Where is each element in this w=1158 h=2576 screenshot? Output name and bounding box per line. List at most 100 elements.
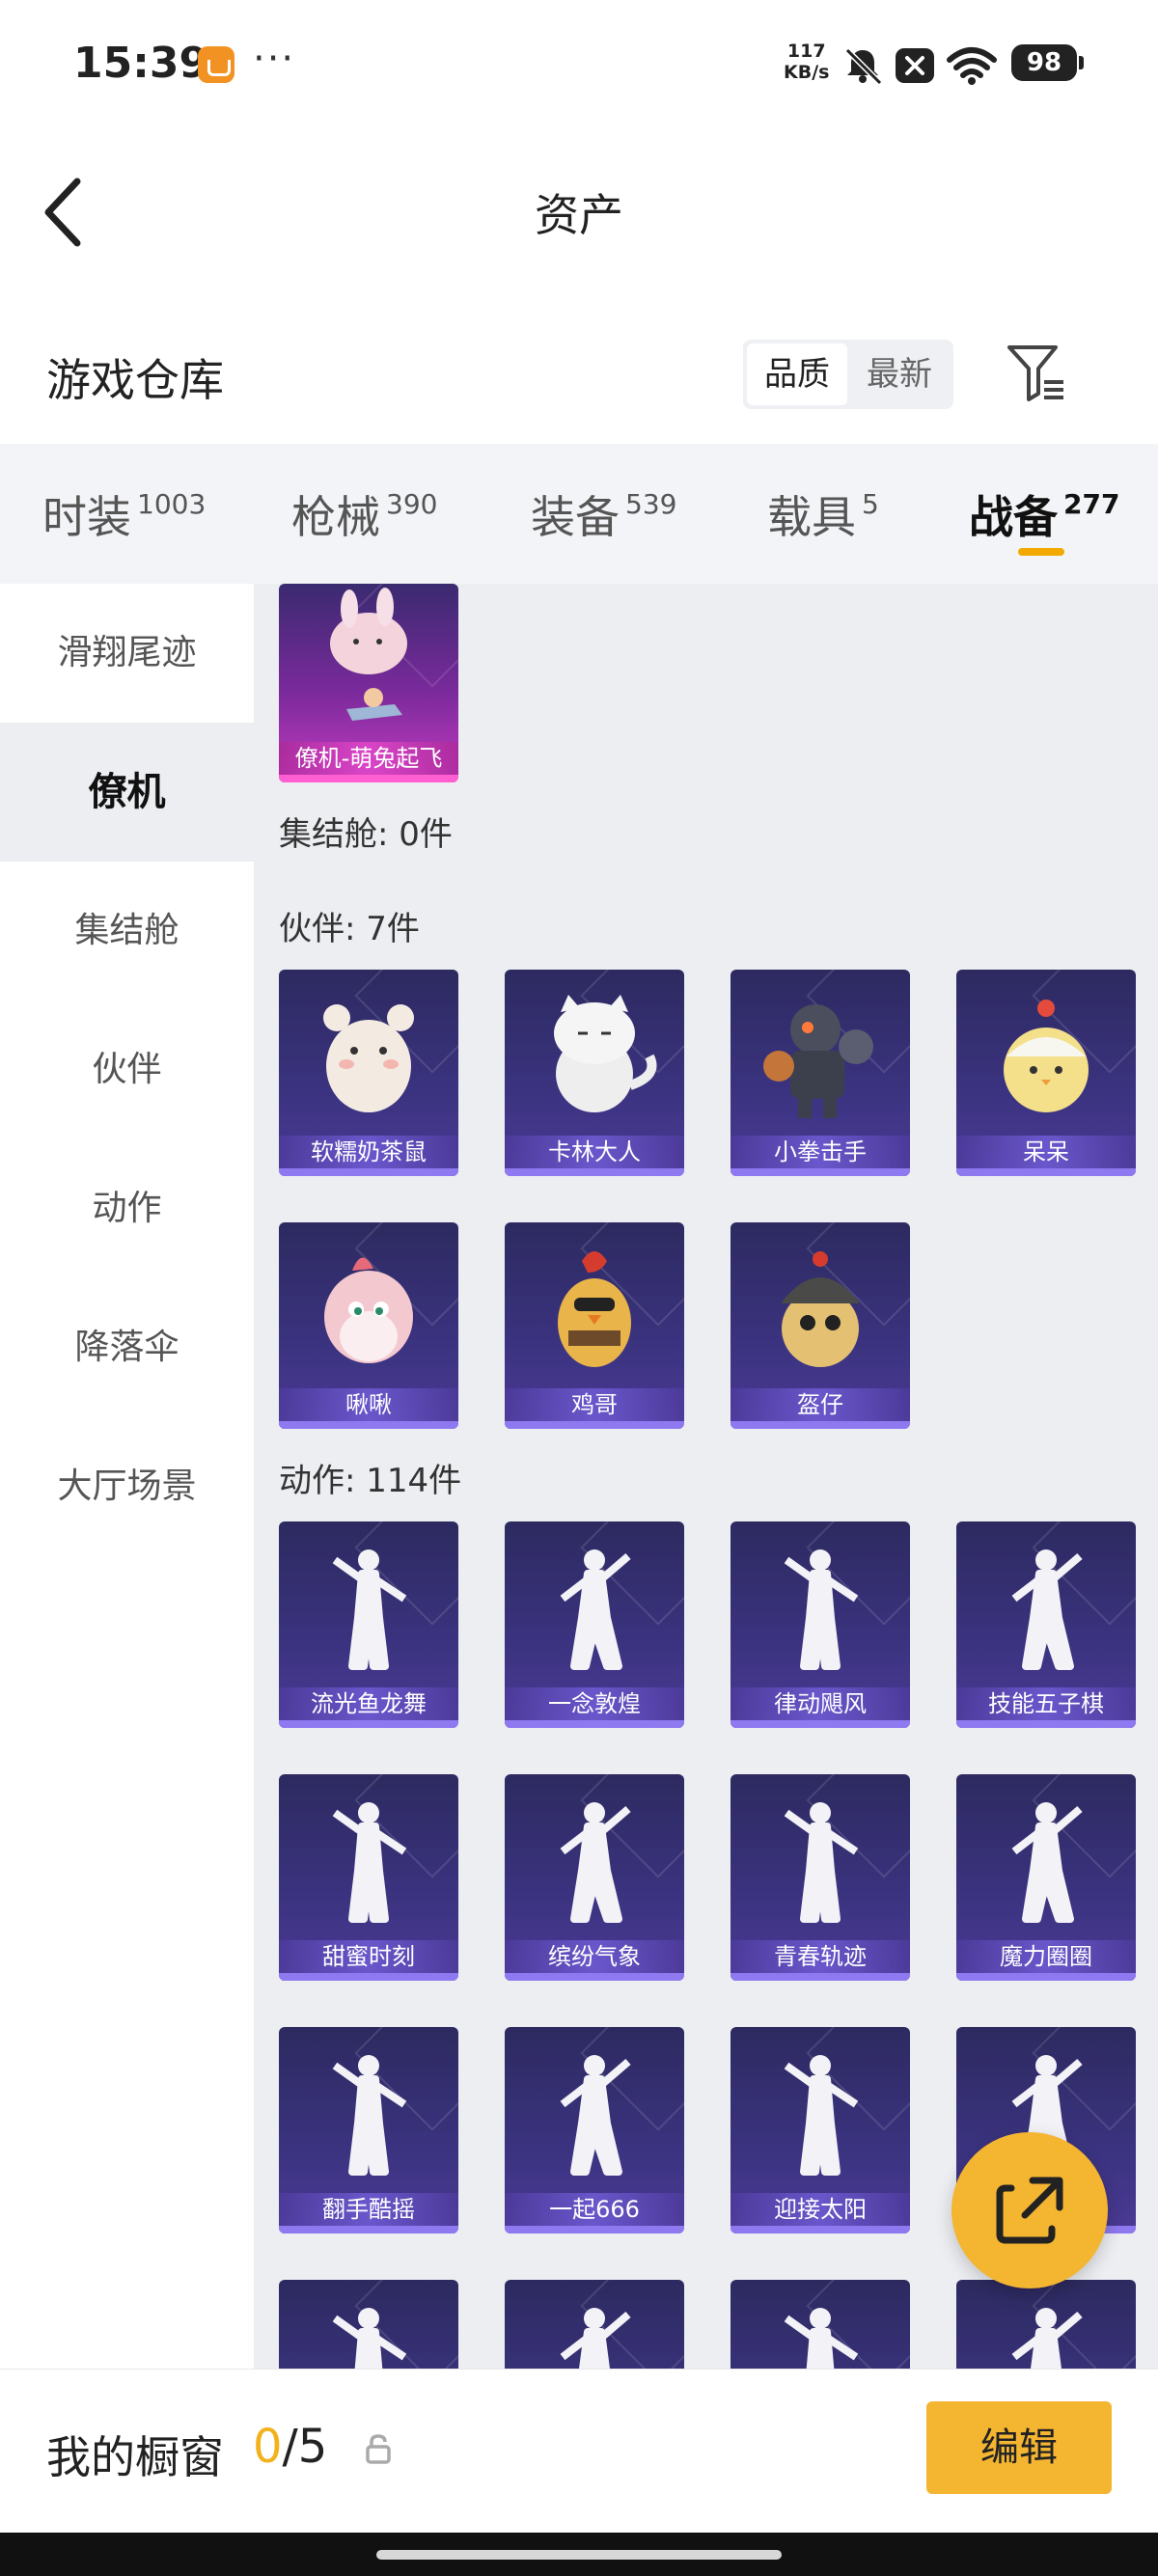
sidebar-item-parachute[interactable]: 降落伞 xyxy=(0,1278,254,1417)
item-name: 魔力圈圈 xyxy=(956,1940,1136,1973)
filter-icon[interactable] xyxy=(1004,342,1067,405)
item-name: 鸡哥 xyxy=(505,1388,684,1421)
rooster-image xyxy=(558,1251,631,1367)
nav-bar: 资产 xyxy=(0,130,1158,294)
item-name: 软糯奶茶鼠 xyxy=(279,1136,458,1168)
chick-image xyxy=(1004,1000,1089,1112)
item-name: 盔仔 xyxy=(731,1388,910,1421)
hamster-image xyxy=(323,1004,414,1112)
item-name: 缤纷气象 xyxy=(505,1940,684,1973)
sidebar-item-wingman[interactable]: 僚机 xyxy=(0,723,254,862)
item-card-partner[interactable]: 软糯奶茶鼠 xyxy=(279,970,458,1176)
tab-count: 277 xyxy=(1063,488,1120,520)
item-name: 僚机-萌兔起飞 xyxy=(279,742,458,775)
item-name: 啾啾 xyxy=(279,1388,458,1421)
rarity-bar xyxy=(279,1421,458,1429)
sidebar-item-assembly-pod[interactable]: 集结舱 xyxy=(0,862,254,1000)
item-card-partner[interactable]: 呆呆 xyxy=(956,970,1136,1176)
item-card-wingman[interactable]: 僚机-萌兔起飞 xyxy=(279,584,458,782)
sidebar-item-lobby-scene[interactable]: 大厅场景 xyxy=(0,1417,254,1556)
edit-button[interactable]: 编辑 xyxy=(926,2401,1112,2494)
tab-equipment[interactable]: 装备 539 xyxy=(531,482,676,546)
item-card-partner[interactable]: 盔仔 xyxy=(731,1222,910,1429)
tab-count: 390 xyxy=(386,488,438,520)
rarity-bar xyxy=(731,1168,910,1176)
sidebar-item-glide-trail[interactable]: 滑翔尾迹 xyxy=(0,584,254,723)
network-speed-value: 117 xyxy=(786,41,826,62)
page-title: 资产 xyxy=(535,189,623,241)
dancer-silhouette-image xyxy=(560,1549,631,1670)
item-card-action[interactable]: 迎接太阳 xyxy=(731,2027,910,2233)
item-card-action[interactable]: 流光鱼龙舞 xyxy=(279,1521,458,1728)
robot-boxer-image xyxy=(763,1004,873,1118)
tab-fashion[interactable]: 时装 1003 xyxy=(42,482,206,546)
item-name: 甜蜜时刻 xyxy=(279,1940,458,1973)
tab-label: 装备 xyxy=(531,491,620,543)
showcase-total: /5 xyxy=(282,2420,328,2474)
external-link-icon xyxy=(996,2177,1063,2244)
white-cat-image xyxy=(554,995,657,1112)
item-card-action[interactable] xyxy=(279,2280,458,2369)
sort-by-quality-button[interactable]: 品质 xyxy=(747,343,847,405)
tab-guns[interactable]: 枪械 390 xyxy=(291,482,437,546)
sort-by-newest-button[interactable]: 最新 xyxy=(849,343,950,405)
rarity-bar xyxy=(279,1168,458,1176)
item-card-action[interactable]: 缤纷气象 xyxy=(505,1774,684,1981)
tab-label: 枪械 xyxy=(291,491,380,543)
item-card-action[interactable] xyxy=(731,2280,910,2369)
showcase-label: 我的橱窗 xyxy=(46,2431,224,2483)
category-tabs: 时装 1003 枪械 390 装备 539 载具 5 战备 277 xyxy=(0,444,1158,584)
item-card-action[interactable]: 甜蜜时刻 xyxy=(279,1774,458,1981)
item-grid-area: 僚机-萌兔起飞 集结舱: 0件 伙伴: 7件 软糯奶茶鼠 卡林大人 小拳击手 呆… xyxy=(254,584,1158,2369)
rarity-bar xyxy=(279,1973,458,1981)
item-card-action[interactable]: 一起666 xyxy=(505,2027,684,2233)
item-card-action[interactable] xyxy=(956,2280,1136,2369)
item-card-action[interactable]: 青春轨迹 xyxy=(731,1774,910,1981)
section-partner: 伙伴: 7件 xyxy=(279,910,420,948)
item-name: 青春轨迹 xyxy=(731,1940,910,1973)
item-name: 迎接太阳 xyxy=(731,2193,910,2226)
showcase-bar: 我的橱窗 0/5 编辑 xyxy=(0,2369,1158,2533)
item-card-partner[interactable]: 鸡哥 xyxy=(505,1222,684,1429)
sidebar-item-partner[interactable]: 伙伴 xyxy=(0,1000,254,1139)
lock-icon xyxy=(366,2434,391,2464)
item-name: 一念敦煌 xyxy=(505,1687,684,1720)
showcase-current: 0 xyxy=(253,2420,283,2474)
rarity-bar xyxy=(505,2226,684,2233)
dancer-silhouette-image xyxy=(784,1549,859,1670)
item-card-action[interactable]: 翻手酷摇 xyxy=(279,2027,458,2233)
item-card-partner[interactable]: 啾啾 xyxy=(279,1222,458,1429)
item-card-action[interactable] xyxy=(505,2280,684,2369)
item-name: 流光鱼龙舞 xyxy=(279,1687,458,1720)
dancer-silhouette-image xyxy=(1011,1549,1083,1670)
item-card-action[interactable]: 一念敦煌 xyxy=(505,1521,684,1728)
item-name: 律动飓风 xyxy=(731,1687,910,1720)
tab-battle-prep[interactable]: 战备 277 xyxy=(969,482,1119,546)
item-card-action[interactable]: 魔力圈圈 xyxy=(956,1774,1136,1981)
item-card-action[interactable]: 技能五子棋 xyxy=(956,1521,1136,1728)
showcase-count: 0/5 xyxy=(253,2420,327,2474)
item-card-action[interactable]: 律动飓风 xyxy=(731,1521,910,1728)
item-card-partner[interactable]: 卡林大人 xyxy=(505,970,684,1176)
rarity-bar xyxy=(505,1973,684,1981)
sort-toggle: 品质 最新 xyxy=(743,340,953,409)
tab-vehicles[interactable]: 载具 5 xyxy=(767,482,879,546)
dancer-silhouette-image xyxy=(1011,1802,1083,1923)
mute-bell-icon xyxy=(844,47,883,85)
dancer-silhouette-image xyxy=(332,2308,407,2369)
battery-indicator: 98 xyxy=(1011,44,1084,81)
item-name: 翻手酷摇 xyxy=(279,2193,458,2226)
tab-count: 5 xyxy=(862,488,879,520)
dancer-silhouette-image xyxy=(560,1802,631,1923)
rarity-bar xyxy=(956,1168,1136,1176)
item-card-partner[interactable]: 小拳击手 xyxy=(731,970,910,1176)
section-assembly-pod: 集结舱: 0件 xyxy=(279,815,453,854)
rarity-bar xyxy=(731,2226,910,2233)
sidebar-item-action[interactable]: 动作 xyxy=(0,1139,254,1278)
tab-count: 539 xyxy=(625,488,677,520)
share-button[interactable] xyxy=(951,2132,1108,2288)
home-indicator[interactable] xyxy=(376,2550,782,2560)
rarity-bar xyxy=(279,1720,458,1728)
active-tab-indicator xyxy=(1018,548,1064,556)
tab-label: 时装 xyxy=(42,491,131,543)
